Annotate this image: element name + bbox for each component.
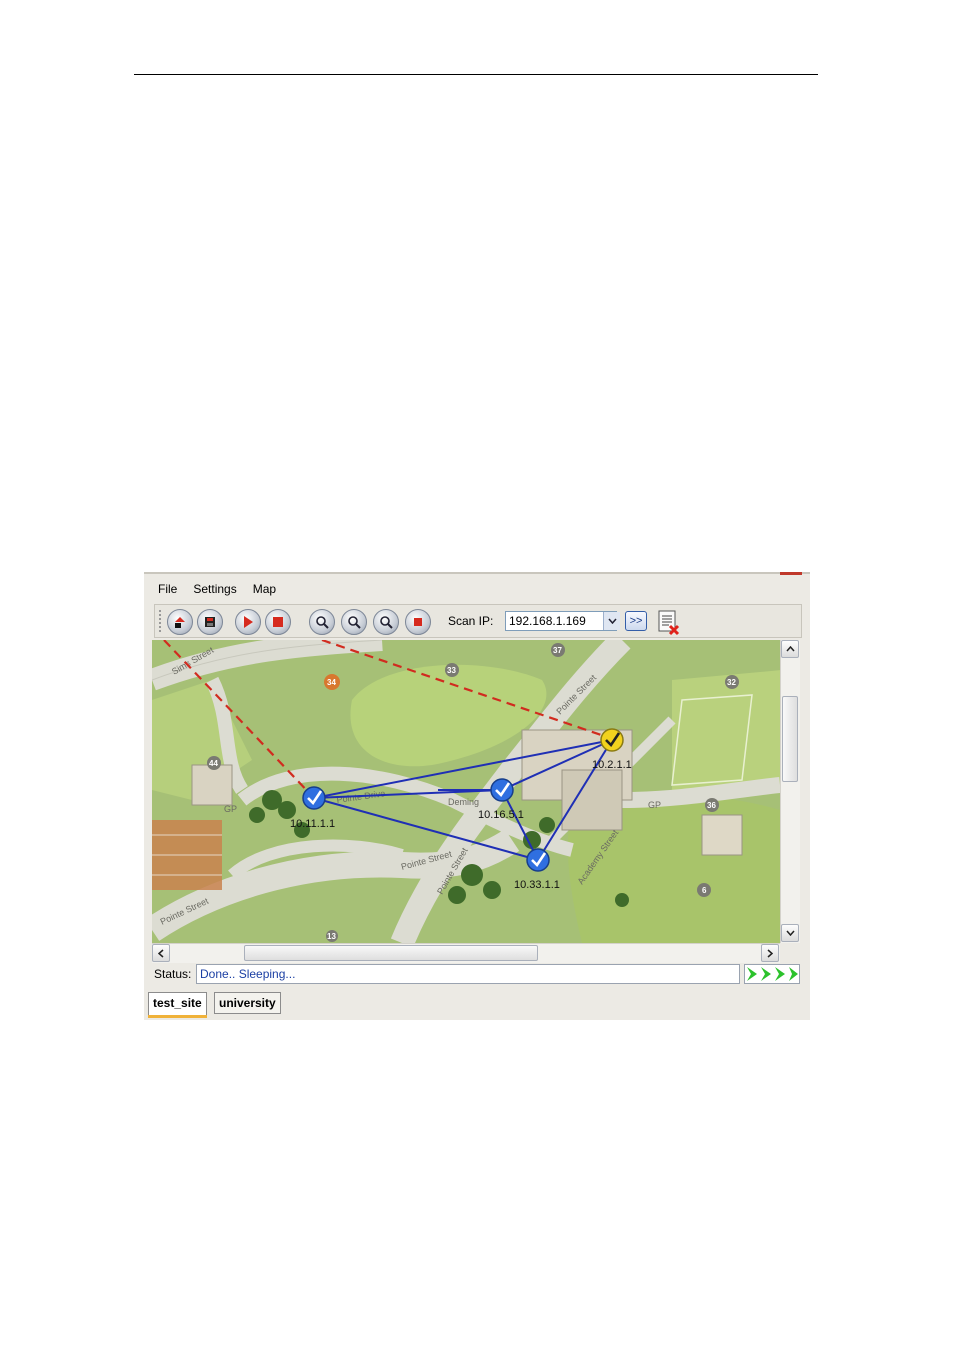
start-scan-button[interactable] <box>235 609 261 635</box>
progress-arrows-icon <box>747 967 798 981</box>
building-marker: 36 <box>705 798 719 812</box>
open-site-button[interactable] <box>167 609 193 635</box>
save-site-button[interactable] <box>197 609 223 635</box>
tab-university[interactable]: university <box>214 992 281 1014</box>
chevron-up-icon <box>785 646 795 652</box>
scan-ip-label: Scan IP: <box>448 614 494 628</box>
parking-label: GP <box>648 800 661 810</box>
scroll-up-button[interactable] <box>781 640 799 658</box>
map-vertical-scrollbar[interactable] <box>780 640 800 943</box>
svg-text:32: 32 <box>727 678 736 687</box>
chevron-right-icon <box>767 948 773 958</box>
scan-ip-dropdown[interactable] <box>603 612 620 630</box>
play-icon <box>244 616 253 628</box>
zoom-fit-icon <box>380 616 393 629</box>
clear-log-button[interactable] <box>655 608 683 636</box>
activity-indicator <box>744 964 800 984</box>
zoom-stop-button[interactable] <box>405 609 431 635</box>
parking-label: GP <box>224 804 237 814</box>
building-marker: 32 <box>725 675 739 689</box>
toolbar: Scan IP: >> <box>154 604 802 638</box>
stop-scan-button[interactable] <box>265 609 291 635</box>
menu-map[interactable]: Map <box>245 578 284 600</box>
site-tabs: test_site university <box>144 992 810 1020</box>
svg-text:10.11.1.1: 10.11.1.1 <box>290 818 335 830</box>
building-marker: 6 <box>697 883 711 897</box>
chevron-left-icon <box>158 948 164 958</box>
status-text: Done.. Sleeping... <box>196 964 740 984</box>
toolbar-grip[interactable] <box>159 610 161 632</box>
svg-text:44: 44 <box>209 759 218 768</box>
campus-building <box>561 769 623 831</box>
scroll-right-button[interactable] <box>761 944 779 962</box>
svg-text:13: 13 <box>327 932 336 941</box>
svg-text:10.33.1.1: 10.33.1.1 <box>514 879 560 891</box>
stop-icon <box>273 617 283 627</box>
building-marker: 13 <box>326 930 338 942</box>
open-site-icon <box>175 617 185 628</box>
scroll-down-button[interactable] <box>781 924 799 942</box>
chevron-down-icon <box>785 930 795 936</box>
menu-settings[interactable]: Settings <box>185 578 244 600</box>
scan-ip-input[interactable] <box>505 611 617 631</box>
scroll-left-button[interactable] <box>152 944 170 962</box>
status-label: Status: <box>154 967 192 981</box>
svg-text:37: 37 <box>553 646 562 655</box>
save-site-icon <box>205 617 215 627</box>
campus-map[interactable]: Sims Street Pointe Drive Deming Pointe S… <box>152 640 780 943</box>
zoom-in-button[interactable] <box>309 609 335 635</box>
zoom-out-icon <box>348 616 361 629</box>
scan-go-button[interactable]: >> <box>625 611 647 631</box>
chevron-down-icon <box>607 618 617 624</box>
tab-test-site[interactable]: test_site <box>148 992 207 1018</box>
vertical-scroll-thumb[interactable] <box>782 696 798 782</box>
stop-icon <box>414 618 422 626</box>
zoom-in-icon <box>316 616 329 629</box>
menu-file[interactable]: File <box>150 578 185 600</box>
building-marker: 37 <box>551 643 565 657</box>
street-label: Deming <box>448 797 479 807</box>
campus-building <box>701 814 743 856</box>
horizontal-scroll-thumb[interactable] <box>244 945 538 961</box>
map-horizontal-scrollbar[interactable] <box>152 943 780 963</box>
svg-text:10.16.5.1: 10.16.5.1 <box>478 809 524 821</box>
clear-list-icon <box>658 610 680 636</box>
building-marker: 44 <box>207 756 221 770</box>
svg-text:6: 6 <box>702 886 707 895</box>
building-marker: 34 <box>324 674 340 690</box>
building-marker: 33 <box>445 663 459 677</box>
campus-building <box>191 764 233 806</box>
svg-text:33: 33 <box>447 666 456 675</box>
map-canvas[interactable]: Sims Street Pointe Drive Deming Pointe S… <box>152 640 780 943</box>
svg-text:34: 34 <box>327 678 336 687</box>
app-window: File Settings Map Scan IP: 192.168.1.169… <box>144 572 810 1020</box>
window-close-corner[interactable] <box>780 572 802 575</box>
status-bar: Status: Done.. Sleeping... <box>152 963 800 985</box>
svg-text:36: 36 <box>707 801 716 810</box>
zoom-out-button[interactable] <box>341 609 367 635</box>
svg-text:10.2.1.1: 10.2.1.1 <box>592 759 632 771</box>
window-top-border <box>144 572 810 574</box>
page-header-rule <box>134 74 818 75</box>
zoom-fit-button[interactable] <box>373 609 399 635</box>
menu-bar: File Settings Map <box>150 578 284 600</box>
